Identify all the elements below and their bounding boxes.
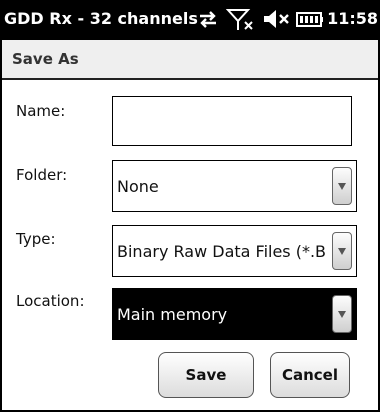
window-border-left [0,0,2,412]
folder-select[interactable]: None [112,160,357,212]
sync-arrows-icon[interactable] [196,7,220,31]
name-label: Name: [16,102,66,120]
save-button[interactable]: Save [158,352,254,398]
type-select[interactable]: Binary Raw Data Files (*.B [112,225,357,277]
location-label: Location: [16,292,85,310]
folder-dropdown-arrow-icon[interactable] [332,167,352,205]
clock[interactable]: 11:58 [327,9,378,28]
no-signal-icon[interactable] [225,7,258,31]
folder-label: Folder: [16,166,68,184]
dialog-header: Save As [2,40,378,78]
status-bar: GDD Rx - 32 channels 11:58 [0,0,380,40]
app-title: GDD Rx - 32 channels [4,9,198,28]
folder-select-value: None [117,177,159,196]
save-as-window: GDD Rx - 32 channels 11:58 Save As Name:… [0,0,380,412]
header-divider [2,78,378,80]
type-label: Type: [16,230,56,248]
name-input[interactable] [112,96,352,146]
dialog-title: Save As [12,50,79,68]
location-select[interactable]: Main memory [112,288,357,340]
type-select-value: Binary Raw Data Files (*.B [117,242,327,261]
type-dropdown-arrow-icon[interactable] [332,232,352,270]
cancel-button[interactable]: Cancel [270,352,350,398]
battery-icon[interactable] [296,7,324,31]
speaker-muted-icon[interactable] [262,7,292,31]
location-dropdown-arrow-icon[interactable] [332,295,352,333]
location-select-value: Main memory [117,305,228,324]
